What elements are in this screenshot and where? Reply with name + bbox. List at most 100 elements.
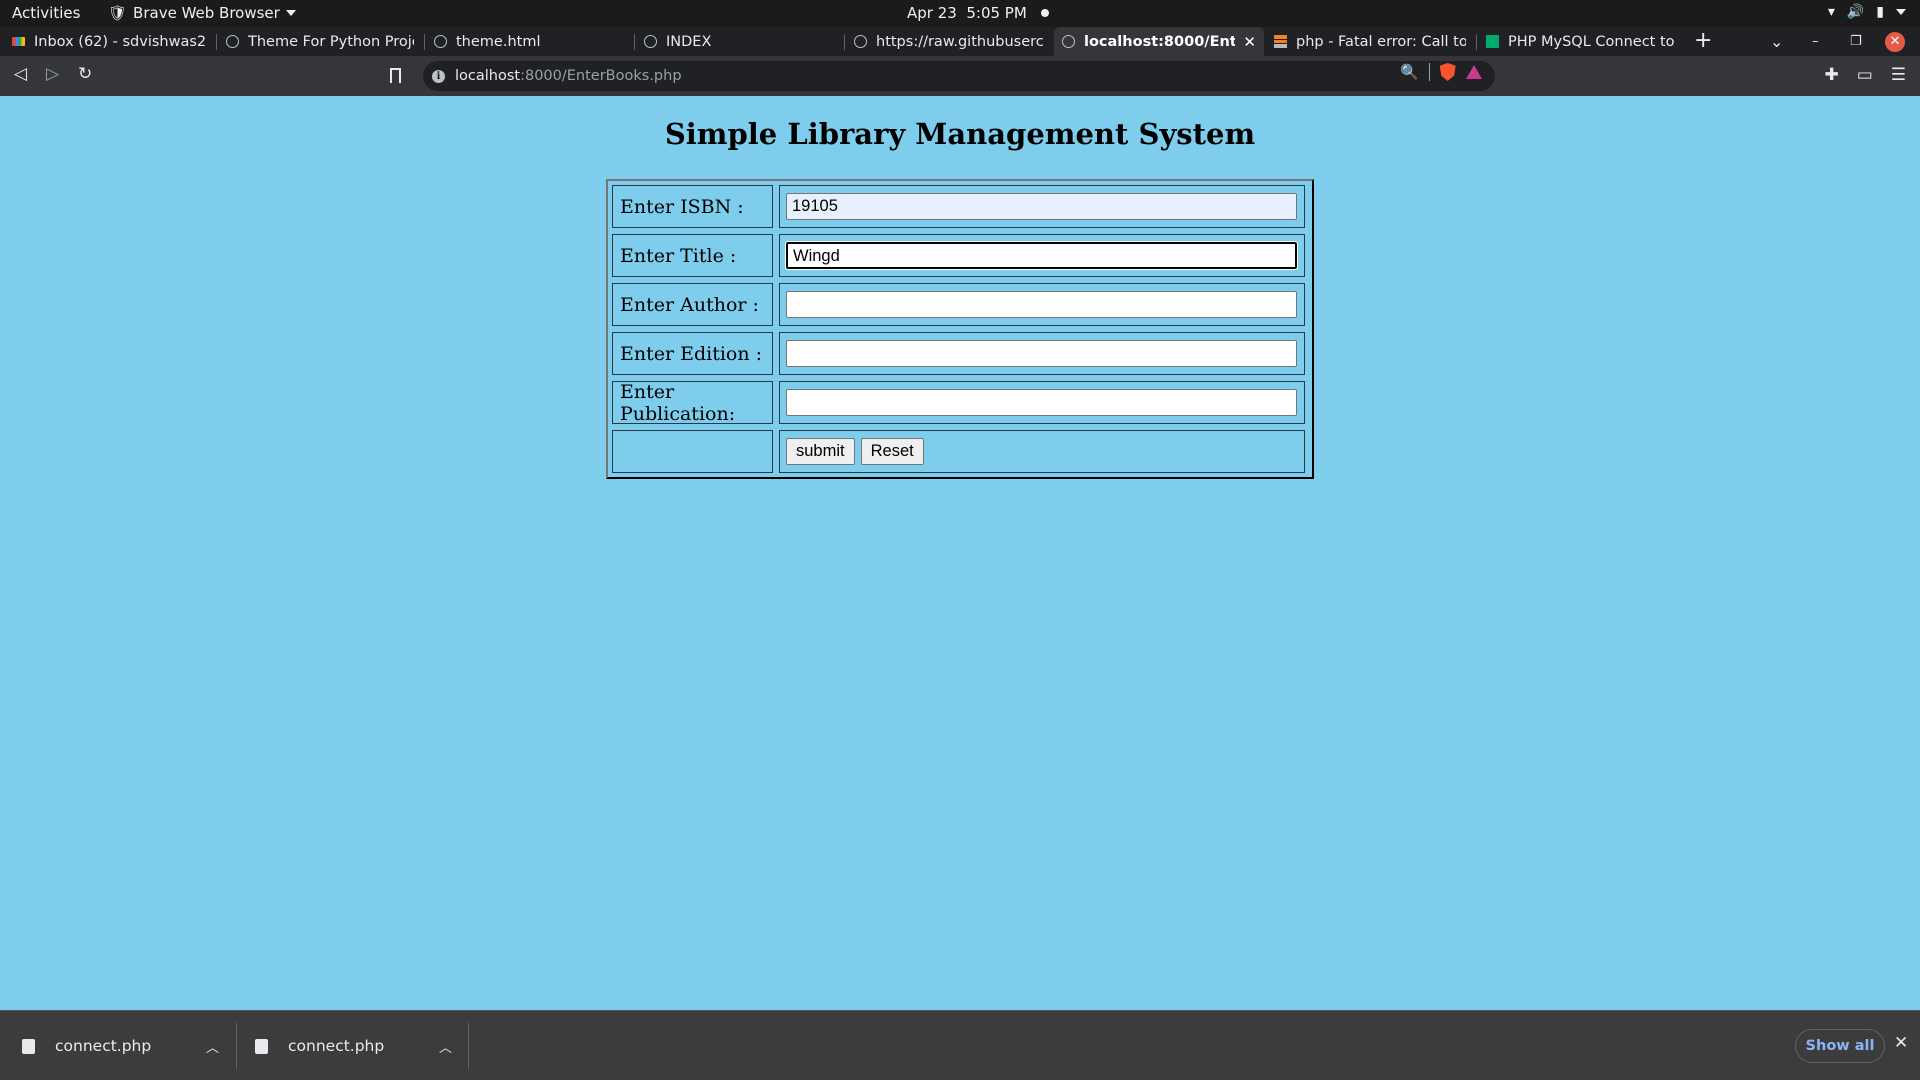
title-input[interactable]: Wingd	[785, 241, 1298, 270]
tab-separator	[216, 34, 217, 50]
download-filename: connect.php	[288, 1037, 385, 1055]
address-bar[interactable]: i localhost:8000/EnterBooks.php	[423, 61, 1495, 91]
author-label: Enter Author :	[612, 283, 773, 326]
form-row-actions: submit Reset	[612, 430, 1308, 473]
globe-icon	[226, 35, 239, 48]
divider	[468, 1023, 469, 1069]
form-row-edition: Enter Edition :	[612, 332, 1308, 375]
battery-icon: ▮	[1876, 4, 1884, 20]
globe-icon	[434, 35, 447, 48]
window-close-button[interactable]: ✕	[1885, 32, 1905, 52]
form-row-author: Enter Author :	[612, 283, 1308, 326]
tab-theme-html[interactable]: theme.html	[426, 27, 632, 56]
tab-title: INDEX	[666, 33, 712, 50]
back-button[interactable]: ◁	[14, 64, 27, 84]
brave-lion-icon: 🛡	[108, 4, 128, 22]
book-entry-form: Enter ISBN : 19105 Enter Title : Wingd E…	[606, 179, 1314, 479]
app-menu-label: Brave Web Browser	[133, 4, 280, 22]
menu-icon[interactable]: ☰	[1891, 65, 1906, 85]
tab-stackoverflow[interactable]: php - Fatal error: Call to u	[1266, 27, 1474, 56]
brave-shields-icon[interactable]	[1439, 63, 1456, 81]
gmail-icon	[12, 37, 25, 46]
chevron-down-icon	[285, 10, 296, 16]
tab-separator	[424, 34, 425, 50]
download-shelf: connect.php ︿ connect.php ︿ Show all ✕	[0, 1010, 1920, 1080]
title-label: Enter Title :	[612, 234, 773, 277]
chevron-up-icon[interactable]: ︿	[206, 1037, 219, 1056]
tab-github-raw[interactable]: https://raw.githubuserco	[846, 27, 1052, 56]
url-host: localhost	[455, 68, 521, 84]
submit-button[interactable]: submit	[786, 438, 855, 465]
tab-strip: Inbox (62) - sdvishwas231 Theme For Pyth…	[0, 27, 1920, 56]
activities-button[interactable]: Activities	[12, 4, 80, 22]
minimize-button[interactable]: –	[1812, 27, 1819, 56]
zoom-icon[interactable]: 🔍	[1400, 63, 1419, 81]
tab-title: Theme For Python Project	[248, 33, 414, 50]
globe-icon	[644, 35, 657, 48]
browser-toolbar: ◁ ▷ ↻ i localhost:8000/EnterBooks.php 🔍 …	[0, 56, 1920, 96]
show-all-button[interactable]: Show all	[1795, 1029, 1885, 1063]
tab-search-chevron-icon[interactable]: ⌄	[1770, 27, 1783, 56]
tab-title: localhost:8000/EnterB	[1084, 33, 1236, 50]
author-cell	[779, 283, 1305, 326]
tab-title: https://raw.githubuserco	[876, 33, 1044, 50]
restore-button[interactable]: ❐	[1850, 27, 1862, 56]
wifi-icon: ▾	[1827, 4, 1835, 20]
edition-input[interactable]	[786, 340, 1297, 367]
form-row-title: Enter Title : Wingd	[612, 234, 1308, 277]
address-url: localhost:8000/EnterBooks.php	[455, 68, 682, 84]
wallet-icon[interactable]: ▭	[1857, 65, 1873, 85]
volume-icon: 🔊	[1846, 4, 1865, 20]
w3schools-icon	[1486, 35, 1499, 48]
publication-label: Enter Publication:	[612, 381, 773, 425]
app-menu[interactable]: 🛡 Brave Web Browser	[108, 4, 296, 22]
url-path: :8000/EnterBooks.php	[520, 68, 682, 84]
stackoverflow-icon	[1274, 35, 1287, 48]
isbn-input[interactable]: 19105	[786, 193, 1297, 220]
globe-icon	[854, 35, 867, 48]
extensions-icon[interactable]: ✚	[1824, 65, 1838, 85]
author-input[interactable]	[786, 291, 1297, 318]
globe-icon	[1062, 35, 1075, 48]
close-icon[interactable]: ✕	[1894, 1033, 1908, 1053]
download-filename: connect.php	[55, 1037, 152, 1055]
new-tab-button[interactable]: +	[1694, 27, 1712, 56]
chevron-down-icon	[1896, 9, 1906, 15]
system-top-bar: Activities 🛡 Brave Web Browser Apr 23 5:…	[0, 0, 1920, 27]
page-title: Simple Library Management System	[664, 117, 1256, 151]
publication-input[interactable]	[786, 389, 1297, 416]
clock-time: 5:05 PM	[966, 4, 1027, 22]
tab-separator	[844, 34, 845, 50]
publication-cell	[779, 381, 1305, 424]
tab-separator	[1476, 34, 1477, 50]
file-icon	[255, 1038, 268, 1054]
clock[interactable]: Apr 23 5:05 PM	[907, 4, 1049, 22]
isbn-label: Enter ISBN :	[612, 185, 773, 228]
clock-date: Apr 23	[907, 4, 957, 22]
download-item[interactable]: connect.php ︿	[22, 1011, 222, 1080]
empty-cell	[612, 430, 773, 473]
tab-localhost-active[interactable]: localhost:8000/EnterB ✕	[1054, 27, 1264, 56]
system-tray[interactable]: ▾ 🔊 ▮	[1828, 4, 1906, 20]
brave-rewards-icon[interactable]	[1465, 65, 1482, 79]
reset-button[interactable]: Reset	[860, 438, 924, 465]
tab-inbox[interactable]: Inbox (62) - sdvishwas231	[4, 27, 214, 56]
edition-cell	[779, 332, 1305, 375]
toolbar-right: ✚ ▭ ☰	[1824, 65, 1906, 85]
tab-title: Inbox (62) - sdvishwas231	[34, 33, 206, 50]
site-info-icon[interactable]: i	[432, 69, 445, 83]
close-tab-icon[interactable]: ✕	[1243, 33, 1256, 51]
tab-title: PHP MySQL Connect to d	[1508, 33, 1678, 50]
tab-index[interactable]: INDEX	[636, 27, 842, 56]
bookmark-icon[interactable]	[390, 68, 401, 83]
divider	[236, 1023, 237, 1069]
tab-theme-python[interactable]: Theme For Python Project	[218, 27, 422, 56]
reload-button[interactable]: ↻	[78, 64, 92, 84]
chevron-up-icon[interactable]: ︿	[439, 1037, 452, 1056]
notification-dot-icon	[1040, 9, 1049, 17]
tab-w3schools[interactable]: PHP MySQL Connect to d	[1478, 27, 1686, 56]
file-icon	[22, 1038, 35, 1054]
forward-button[interactable]: ▷	[46, 64, 59, 84]
divider	[1428, 63, 1430, 81]
download-item[interactable]: connect.php ︿	[255, 1011, 455, 1080]
